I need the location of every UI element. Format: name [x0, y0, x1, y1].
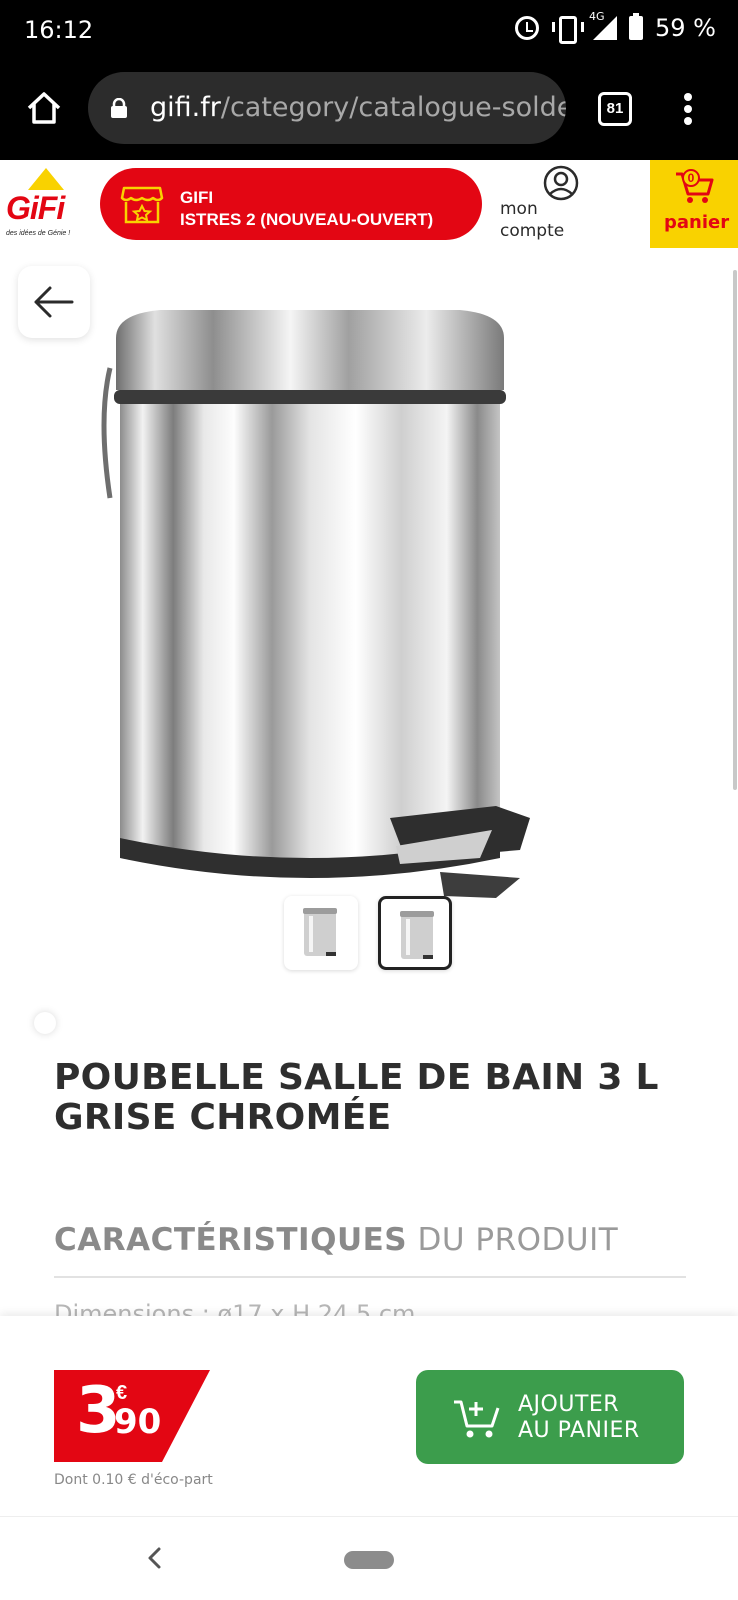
store-icon: [120, 186, 164, 224]
nav-back-icon[interactable]: [140, 1543, 170, 1573]
browser-toolbar: gifi.fr/category/catalogue-solde 81: [0, 58, 738, 160]
site-header: GiFi des idées de Génie ! GIFI ISTRES 2 …: [0, 160, 738, 248]
tab-switcher-button[interactable]: 81: [598, 92, 632, 126]
add-to-cart-label-line1: AJOUTER: [518, 1392, 620, 1417]
user-icon: [543, 165, 579, 201]
eco-part-note: Dont 0.10 € d'éco-part: [54, 1472, 213, 1488]
alarm-icon: [515, 16, 540, 40]
price-decimals: 90: [114, 1402, 162, 1442]
characteristics-heading-light: DU PRODUIT: [417, 1222, 619, 1258]
carousel-indicator: [34, 1012, 56, 1034]
account-link[interactable]: mon compte: [498, 160, 598, 248]
buy-bar: 3 € 90 Dont 0.10 € d'éco-part AJOUTER AU…: [0, 1316, 738, 1516]
status-time: 16:12: [24, 16, 94, 44]
thumbnail-1-image: [303, 908, 337, 956]
thumbnail-strip: [284, 896, 452, 970]
logo-tagline: des idées de Génie !: [6, 230, 71, 237]
nav-home-pill[interactable]: [344, 1551, 394, 1569]
store-brand: GIFI: [180, 188, 214, 207]
product-gallery: [0, 248, 738, 988]
status-icons: 4G 59 %: [515, 10, 716, 44]
logo-word: GiFi: [6, 190, 65, 226]
add-to-cart-button[interactable]: AJOUTER AU PANIER: [416, 1370, 684, 1464]
thumbnail-2[interactable]: [378, 896, 452, 970]
gifi-logo[interactable]: GiFi des idées de Génie !: [6, 168, 86, 240]
url-text: gifi.fr/category/catalogue-solde: [150, 92, 566, 123]
cart-count-badge: 0: [682, 169, 700, 187]
add-to-cart-label-line2: AU PANIER: [518, 1418, 640, 1443]
add-to-cart-label: AJOUTER AU PANIER: [518, 1392, 640, 1444]
account-label-line2: compte: [500, 221, 565, 241]
overflow-menu-icon[interactable]: [678, 90, 698, 130]
url-domain: gifi.fr: [150, 92, 221, 123]
system-nav-bar: [0, 1516, 738, 1600]
account-label-line1: mon: [500, 199, 538, 219]
battery-percent: 59 %: [655, 14, 716, 42]
signal-icon: 4G: [589, 10, 618, 40]
lock-icon: [111, 98, 127, 118]
thumbnail-1[interactable]: [284, 896, 358, 970]
vibrate-icon: [551, 16, 585, 44]
cart-label: panier: [664, 212, 730, 233]
account-label: mon compte: [500, 198, 564, 242]
url-path: /category/catalogue-solde: [220, 92, 566, 123]
logo-roof-shape: [28, 168, 64, 190]
characteristics-heading-bold: CARACTÉRISTIQUES: [54, 1222, 408, 1258]
cart-button[interactable]: 0 panier: [650, 160, 738, 248]
arrow-left-icon: [34, 286, 74, 318]
home-icon[interactable]: [24, 88, 64, 128]
address-bar[interactable]: gifi.fr/category/catalogue-solde: [88, 72, 566, 144]
product-title: POUBELLE SALLE DE BAIN 3 L GRISE CHROMÉE: [54, 1057, 659, 1138]
store-selector-button[interactable]: GIFI ISTRES 2 (NOUVEAU-OUVERT): [100, 168, 482, 240]
status-bar: 16:12 4G 59 %: [0, 0, 738, 58]
back-button[interactable]: [18, 266, 90, 338]
cart-plus-icon: [454, 1400, 500, 1438]
network-type: 4G: [589, 10, 605, 23]
characteristics-heading[interactable]: CARACTÉRISTIQUES DU PRODUIT: [54, 1222, 618, 1258]
product-image[interactable]: [100, 298, 560, 938]
page-scrollbar[interactable]: [733, 270, 737, 790]
battery-icon: [629, 13, 644, 40]
price-tag: 3 € 90: [54, 1370, 210, 1462]
divider: [54, 1276, 686, 1278]
store-name: ISTRES 2 (NOUVEAU-OUVERT): [180, 210, 434, 229]
thumbnail-2-image: [400, 911, 434, 959]
